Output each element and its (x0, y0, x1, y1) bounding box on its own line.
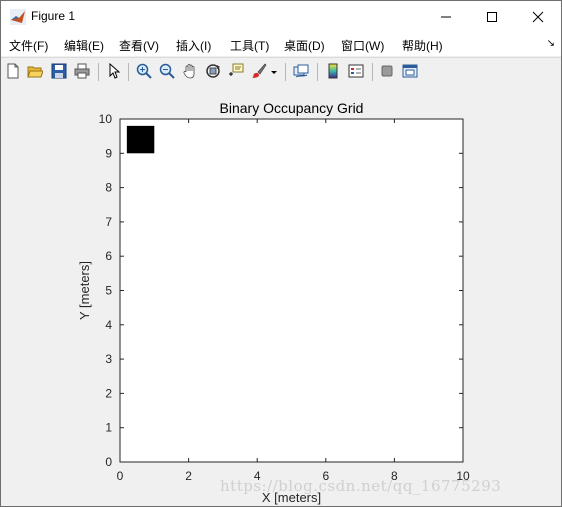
zoom-out-icon[interactable] (158, 62, 176, 80)
y-tick-label: 4 (105, 318, 112, 332)
close-button[interactable] (515, 1, 561, 32)
plot-area (120, 119, 463, 462)
menu-help[interactable]: 帮助(H) (402, 37, 443, 54)
insert-legend-icon[interactable] (347, 62, 365, 80)
hide-plot-tools-icon[interactable] (378, 62, 396, 80)
toolbar-separator (128, 63, 129, 81)
link-plot-icon[interactable] (292, 62, 310, 80)
y-tick-label: 7 (105, 215, 112, 229)
matlab-icon (10, 9, 26, 25)
menu-bar: 文件(F) 编辑(E) 查看(V) 插入(I) 工具(T) 桌面(D) 窗口(W… (1, 32, 561, 56)
y-tick-label: 5 (105, 284, 112, 298)
y-tick-label: 3 (105, 352, 112, 366)
menu-window[interactable]: 窗口(W) (341, 37, 384, 54)
zoom-in-icon[interactable] (135, 62, 153, 80)
x-tick-label: 0 (117, 469, 124, 483)
minimize-icon (441, 16, 451, 17)
x-tick-label: 2 (185, 469, 192, 483)
title-bar: Figure 1 (1, 1, 561, 32)
menu-insert[interactable]: 插入(I) (176, 37, 211, 54)
data-cursor-icon[interactable] (227, 62, 245, 80)
watermark: https://blog.csdn.net/qq_16775293 (220, 477, 502, 495)
insert-colorbar-icon[interactable] (324, 62, 342, 80)
maximize-icon (487, 11, 497, 22)
toolbar-separator (285, 63, 286, 81)
figure-canvas[interactable]: 0 2 4 6 8 10 0 1 2 3 4 5 6 7 8 9 10 Binary Occupancy Grid… (1, 86, 561, 506)
rotate-3d-icon[interactable] (204, 62, 222, 80)
menu-file[interactable]: 文件(F) (9, 37, 48, 54)
dock-arrow-icon[interactable]: ↘ (547, 38, 555, 49)
show-plot-tools-icon[interactable] (401, 62, 419, 80)
menu-edit[interactable]: 编辑(E) (64, 37, 104, 54)
y-axis-label: Y [meters] (77, 261, 92, 320)
toolbar-separator (317, 63, 318, 81)
maximize-button[interactable] (469, 1, 515, 32)
y-tick-label: 6 (105, 249, 112, 263)
y-tick-label: 9 (105, 146, 112, 160)
y-tick-label: 8 (105, 181, 112, 195)
window-title: Figure 1 (31, 9, 76, 23)
y-tick-label: 0 (105, 455, 112, 469)
toolbar-separator (372, 63, 373, 81)
pan-icon[interactable] (181, 62, 199, 80)
brush-icon[interactable] (250, 62, 268, 80)
menu-view[interactable]: 查看(V) (119, 37, 159, 54)
menu-tools[interactable]: 工具(T) (230, 37, 269, 54)
brush-dropdown-icon[interactable] (269, 62, 279, 80)
new-figure-icon[interactable] (4, 62, 22, 80)
occupied-cell (126, 125, 155, 154)
close-icon (532, 11, 544, 22)
y-tick-label: 10 (99, 112, 113, 126)
open-file-icon[interactable] (26, 62, 44, 80)
y-tick-label: 1 (105, 421, 112, 435)
y-tick-label: 2 (105, 386, 112, 400)
figure-toolbar (1, 57, 561, 87)
toolbar-separator (98, 63, 99, 81)
print-icon[interactable] (73, 62, 91, 80)
chart-title: Binary Occupancy Grid (220, 100, 364, 116)
figure-window: Figure 1 文件(F) 编辑(E) 查看(V) 插入(I) 工具(T) 桌… (0, 0, 562, 507)
select-pointer-icon[interactable] (105, 62, 123, 80)
save-icon[interactable] (50, 62, 68, 80)
menu-desktop[interactable]: 桌面(D) (284, 37, 325, 54)
minimize-button[interactable] (423, 1, 469, 32)
occupancy-grid-plot: 0 2 4 6 8 10012345678910Binary Occupancy Grid… (77, 100, 470, 505)
